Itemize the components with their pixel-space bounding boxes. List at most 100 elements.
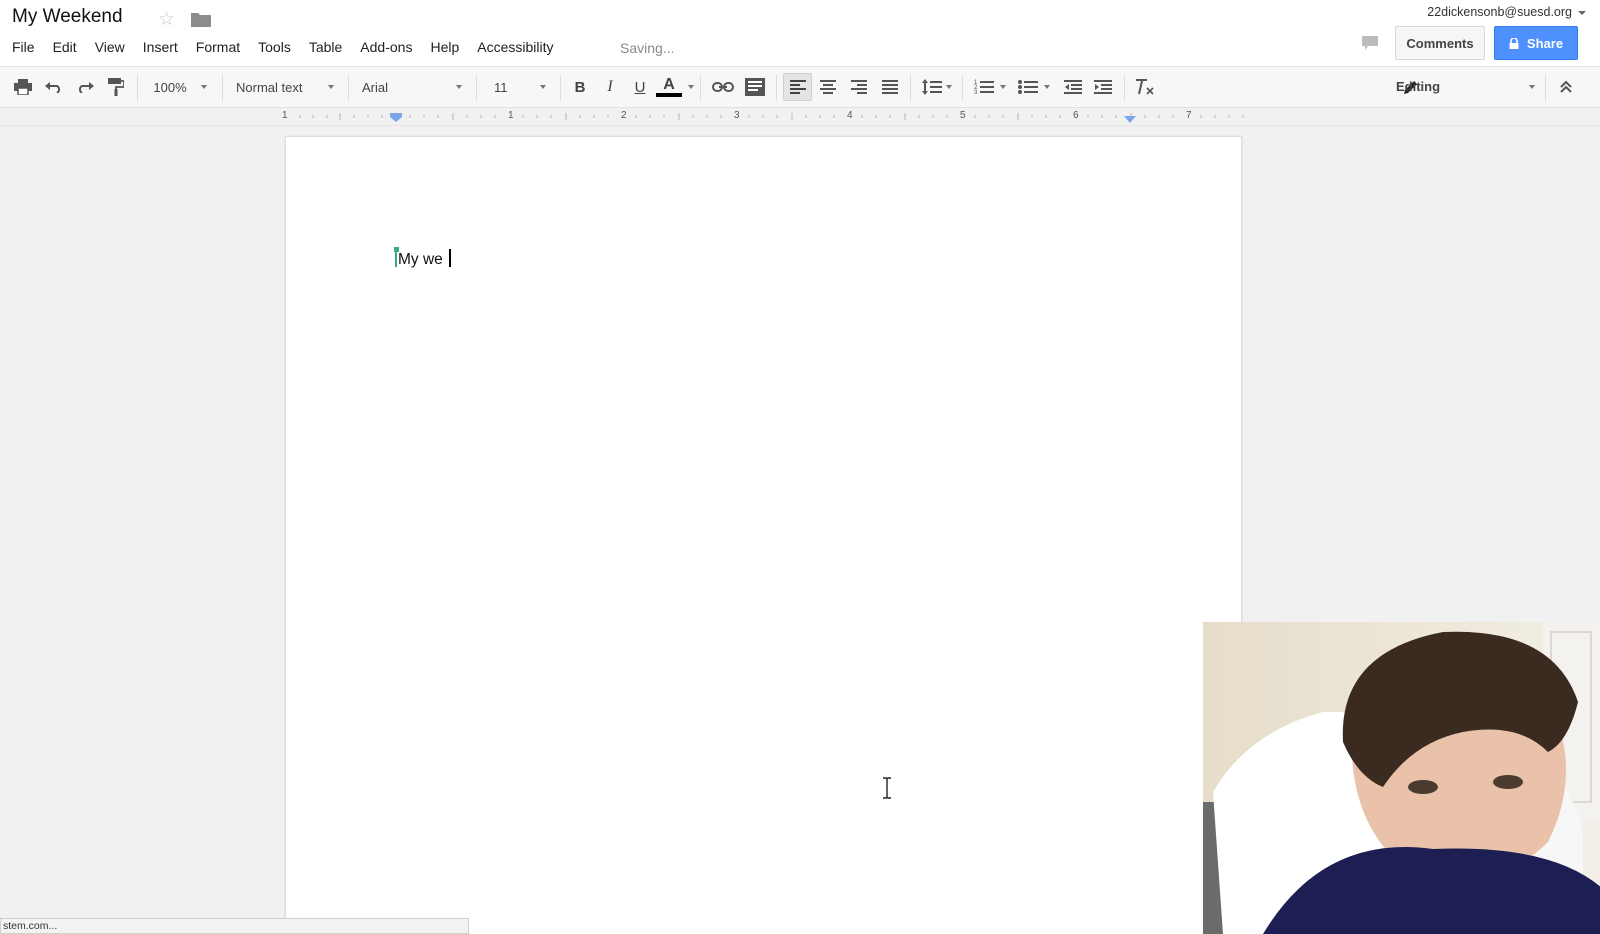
webcam-person-image	[1203, 622, 1600, 934]
toolbar-divider	[348, 75, 349, 101]
menu-table[interactable]: Table	[309, 39, 342, 55]
bulleted-list-icon[interactable]	[1014, 73, 1054, 101]
comments-button[interactable]: Comments	[1395, 26, 1485, 60]
account-email: 22dickensonb@suesd.org	[1427, 5, 1572, 19]
ruler-label: 1	[508, 110, 514, 121]
account-menu[interactable]: 22dickensonb@suesd.org	[1427, 5, 1586, 19]
menu-addons[interactable]: Add-ons	[360, 39, 412, 55]
svg-text:3: 3	[974, 90, 978, 95]
text-color-swatch	[656, 93, 682, 97]
body-text-content: My we	[398, 251, 448, 268]
undo-icon[interactable]	[43, 73, 65, 101]
chevron-down-icon	[1000, 85, 1006, 89]
numbered-list-icon[interactable]: 123	[970, 73, 1010, 101]
chevron-down-icon	[946, 85, 952, 89]
redo-icon[interactable]	[74, 73, 96, 101]
menu-bar: File Edit View Insert Format Tools Table…	[12, 39, 572, 55]
toolbar-divider	[776, 75, 777, 101]
paint-format-icon[interactable]	[105, 73, 127, 101]
text-color-letter: A	[663, 76, 675, 93]
toolbar-divider	[137, 75, 138, 101]
text-insertion-cursor	[449, 249, 451, 267]
left-indent-marker	[390, 113, 402, 122]
menu-tools[interactable]: Tools	[258, 39, 291, 55]
link-icon[interactable]	[710, 73, 736, 101]
chevron-down-icon	[1044, 85, 1050, 89]
collapse-icon[interactable]	[1553, 73, 1579, 101]
ruler-label: 3	[734, 110, 740, 121]
menu-help[interactable]: Help	[430, 39, 459, 55]
mode-dropdown-caret[interactable]	[1525, 73, 1539, 101]
ruler-label: 6	[1073, 110, 1079, 121]
ruler-label: 5	[960, 110, 966, 121]
font-family-select[interactable]: Arial	[356, 73, 468, 101]
chevron-down-icon	[1529, 85, 1535, 89]
print-icon[interactable]	[12, 73, 34, 101]
ruler-ticks	[299, 113, 1244, 123]
chevron-down-icon	[688, 85, 694, 89]
toolbar-divider	[560, 75, 561, 101]
align-left-icon[interactable]	[783, 73, 812, 101]
bold-button[interactable]: B	[568, 73, 592, 101]
menu-view[interactable]: View	[95, 39, 125, 55]
zoom-select[interactable]: 100%	[147, 73, 213, 101]
toolbar-divider	[1545, 75, 1546, 101]
toolbar-divider	[476, 75, 477, 101]
right-indent-marker	[1124, 116, 1136, 123]
menu-edit[interactable]: Edit	[53, 39, 77, 55]
line-spacing-icon[interactable]	[918, 73, 956, 101]
chevron-down-icon	[456, 85, 462, 89]
save-status: Saving...	[620, 40, 675, 56]
align-center-icon[interactable]	[815, 73, 841, 101]
underline-button[interactable]: U	[628, 73, 652, 101]
toolbar-divider	[1124, 75, 1125, 101]
collaborator-cursor	[394, 247, 399, 267]
webcam-overlay	[1203, 622, 1600, 934]
align-right-icon[interactable]	[846, 73, 872, 101]
ruler-label: 4	[847, 110, 853, 121]
menu-file[interactable]: File	[12, 39, 35, 55]
comment-icon[interactable]	[742, 73, 768, 101]
toolbar-divider	[700, 75, 701, 101]
increase-indent-icon[interactable]	[1090, 73, 1116, 101]
chat-icon[interactable]	[1362, 36, 1378, 50]
chevron-down-icon	[540, 85, 546, 89]
formatting-toolbar: 100% Normal text Arial 11 B I U A 1 2 3 …	[0, 66, 1600, 108]
document-page[interactable]: My we	[285, 136, 1242, 934]
editing-mode-label[interactable]: Editing	[1396, 79, 1440, 94]
toolbar-divider	[962, 75, 963, 101]
paragraph-style-select[interactable]: Normal text	[230, 73, 340, 101]
toolbar-divider	[222, 75, 223, 101]
menu-insert[interactable]: Insert	[143, 39, 178, 55]
font-size-select[interactable]: 11	[490, 73, 550, 101]
chevron-down-icon	[1578, 10, 1586, 15]
docs-header: My Weekend ☆ 22dickensonb@suesd.org File…	[0, 0, 1600, 66]
paragraph-style-value: Normal text	[236, 79, 303, 95]
menu-format[interactable]: Format	[196, 39, 240, 55]
document-body-text[interactable]: My we	[398, 249, 451, 269]
font-family-value: Arial	[362, 79, 389, 95]
share-button[interactable]: Share	[1494, 26, 1578, 60]
text-color-button[interactable]: A	[656, 73, 694, 101]
document-title[interactable]: My Weekend	[12, 6, 123, 28]
ruler-label: 2	[621, 110, 627, 121]
toolbar-divider	[910, 75, 911, 101]
font-size-value: 11	[494, 79, 508, 95]
clear-formatting-icon[interactable]	[1132, 73, 1158, 101]
ruler-label: 7	[1186, 110, 1192, 121]
ruler-label: 1	[282, 110, 288, 121]
share-label: Share	[1526, 35, 1564, 51]
browser-status-bar: stem.com...	[0, 918, 469, 934]
chevron-down-icon	[328, 85, 334, 89]
folder-icon[interactable]	[191, 11, 211, 27]
chevron-down-icon	[200, 85, 207, 89]
justify-icon[interactable]	[877, 73, 903, 101]
ibeam-cursor-icon	[883, 777, 891, 799]
lock-icon	[1509, 37, 1519, 49]
menu-accessibility[interactable]: Accessibility	[477, 39, 553, 55]
star-icon[interactable]: ☆	[158, 8, 175, 31]
ruler[interactable]: 1 1 2 3 4 5 6 7	[0, 108, 1600, 126]
decrease-indent-icon[interactable]	[1060, 73, 1086, 101]
zoom-value: 100%	[153, 79, 187, 95]
italic-button[interactable]: I	[598, 73, 622, 101]
